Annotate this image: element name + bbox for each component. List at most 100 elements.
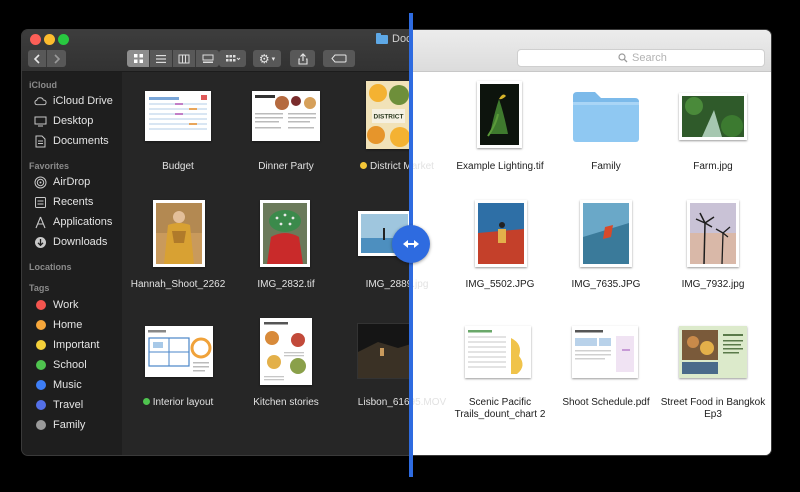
file-label[interactable]: Farm.jpg <box>658 161 768 173</box>
file-label[interactable]: Scenic Pacific Trails_dount_chart 2 <box>445 397 555 421</box>
search-input[interactable] <box>632 52 732 64</box>
file-thumbnail-street-food[interactable] <box>679 326 747 378</box>
sidebar-item-recents[interactable]: Recents <box>34 194 93 210</box>
forward-button[interactable] <box>47 50 66 67</box>
file-thumbnail-scenic-pacific[interactable] <box>465 326 531 378</box>
sidebar-item-desktop[interactable]: Desktop <box>34 113 93 129</box>
file-label[interactable]: IMG_5502.JPG <box>445 279 555 291</box>
file-thumbnail-interior-layout[interactable] <box>145 326 213 377</box>
file-thumbnail-img-7635[interactable] <box>580 200 632 267</box>
photo-thumbnail-icon <box>156 203 202 264</box>
file-label[interactable]: IMG_2889.jpg <box>337 279 457 291</box>
spreadsheet-thumbnail-icon <box>149 95 207 130</box>
sidebar-tag-family[interactable]: Family <box>34 417 85 433</box>
sidebar-item-documents[interactable]: Documents <box>34 133 109 149</box>
photo-thumbnail-icon <box>480 84 519 145</box>
sidebar-tag-work[interactable]: Work <box>34 297 78 313</box>
sidebar-item-icloud-drive[interactable]: iCloud Drive <box>34 93 113 109</box>
photo-thumbnail-icon <box>263 203 307 264</box>
sidebar-item-label: iCloud Drive <box>53 95 113 107</box>
window-title: Doc <box>376 32 412 46</box>
tag-dot-icon <box>36 340 46 350</box>
edit-tags-button[interactable] <box>323 50 355 67</box>
sidebar-tag-music[interactable]: Music <box>34 377 82 393</box>
share-icon <box>297 52 308 65</box>
list-view-button[interactable] <box>150 50 173 67</box>
sidebar-item-label: School <box>53 359 87 371</box>
file-label[interactable]: Family <box>551 161 661 173</box>
file-thumbnail-budget[interactable] <box>145 91 211 141</box>
file-thumbnail-img-5502[interactable] <box>475 200 527 267</box>
desktop-icon <box>34 115 47 128</box>
minimize-window-button[interactable] <box>44 34 55 45</box>
sidebar-tag-travel[interactable]: Travel <box>34 397 83 413</box>
sidebar-item-label: Documents <box>53 135 109 147</box>
pdf-thumbnail-icon <box>575 330 634 372</box>
airdrop-icon <box>34 176 47 189</box>
file-label[interactable]: Kitchen stories <box>231 397 341 409</box>
icon-view-button[interactable] <box>127 50 150 67</box>
tag-dot-icon <box>36 360 46 370</box>
file-thumbnail-dinner-party[interactable] <box>252 91 320 141</box>
tag-dot-icon <box>36 400 46 410</box>
file-thumbnail-example-lighting[interactable] <box>477 81 522 148</box>
search-field[interactable] <box>517 49 765 67</box>
sidebar-item-label: Recents <box>53 196 94 208</box>
sidebar-tag-home[interactable]: Home <box>34 317 82 333</box>
poster-thumbnail-icon: DISTRICT <box>366 81 411 149</box>
applications-icon <box>34 216 47 229</box>
sidebar-item-label: Important <box>53 339 100 351</box>
list-view-icon <box>156 54 166 63</box>
file-thumbnail-shoot-schedule[interactable] <box>572 326 638 378</box>
sidebar-header-favorites: Favorites <box>29 161 70 171</box>
file-label[interactable]: Street Food in Bangkok Ep3 <box>658 397 768 421</box>
file-thumbnail-hannah-shoot[interactable] <box>153 200 205 267</box>
gear-icon: ⚙ <box>258 51 270 66</box>
file-label[interactable]: IMG_2832.tif <box>231 279 341 291</box>
sidebar-header-tags: Tags <box>29 283 50 293</box>
file-label[interactable]: District Market <box>337 161 457 173</box>
sidebar-item-applications[interactable]: Applications <box>34 214 112 230</box>
action-button[interactable]: ⚙ ▾ <box>253 50 281 67</box>
file-label[interactable]: Shoot Schedule.pdf <box>551 397 661 409</box>
photo-thumbnail-icon <box>690 203 736 265</box>
screen: Doc ⚙ ▾ Search iCloud iCloud Drive Deskt… <box>0 0 800 492</box>
comparison-slider-handle[interactable] <box>392 225 430 263</box>
file-label[interactable]: Hannah_Shoot_2262 <box>123 279 233 291</box>
sidebar-item-label: Applications <box>53 216 113 228</box>
file-label[interactable]: Lisbon_61695.MOV <box>342 397 462 409</box>
file-label[interactable]: IMG_7635.JPG <box>551 279 661 291</box>
zoom-window-button[interactable] <box>58 34 69 45</box>
sidebar-item-label: Music <box>53 379 82 391</box>
group-button[interactable] <box>219 50 246 67</box>
file-thumbnail-farm[interactable] <box>679 93 747 140</box>
file-label[interactable]: IMG_7932.jpg <box>658 279 768 291</box>
folder-family[interactable] <box>571 90 641 144</box>
file-thumbnail-lisbon-movie[interactable] <box>358 324 411 378</box>
close-window-button[interactable] <box>30 34 41 45</box>
magazine-thumbnail-icon <box>264 322 306 381</box>
file-thumbnail-district-market[interactable]: DISTRICT <box>366 81 411 149</box>
file-thumbnail-kitchen-stories[interactable] <box>260 318 312 385</box>
tag-icon <box>331 54 347 63</box>
tag-dot-icon <box>36 320 46 330</box>
gallery-view-button[interactable] <box>196 50 219 67</box>
file-label[interactable]: Dinner Party <box>231 161 341 173</box>
folder-icon <box>376 32 388 44</box>
sidebar-tag-school[interactable]: School <box>34 357 87 373</box>
file-label[interactable]: Budget <box>123 161 233 173</box>
file-label[interactable]: Example Lighting.tif <box>445 161 555 173</box>
file-thumbnail-img-7932[interactable] <box>687 200 739 267</box>
tag-dot-icon <box>36 380 46 390</box>
file-thumbnail-img-2832[interactable] <box>260 200 310 267</box>
file-label[interactable]: Interior layout <box>123 397 233 409</box>
sidebar-item-airdrop[interactable]: AirDrop <box>34 174 90 190</box>
column-view-button[interactable] <box>173 50 196 67</box>
sidebar-item-downloads[interactable]: Downloads <box>34 234 107 250</box>
tag-dot-icon <box>36 420 46 430</box>
share-button[interactable] <box>290 50 315 67</box>
sidebar-header-locations: Locations <box>29 262 72 272</box>
thumbnail-text: DISTRICT <box>374 114 404 121</box>
sidebar-tag-important[interactable]: Important <box>34 337 99 353</box>
back-button[interactable] <box>28 50 47 67</box>
